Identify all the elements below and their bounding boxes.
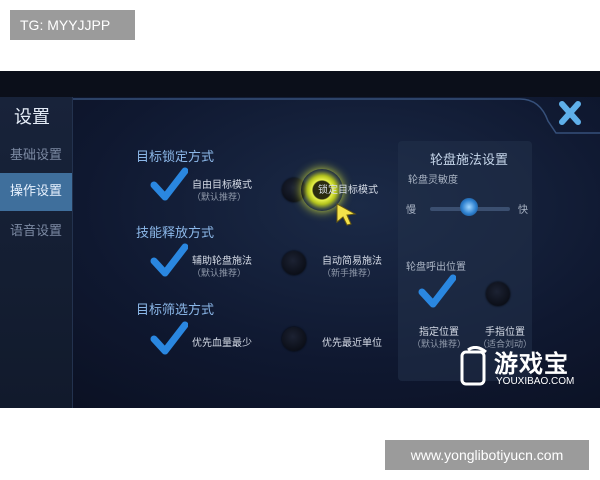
option-sub: （新手推荐）	[322, 269, 377, 279]
wheel-panel-title: 轮盘施法设置	[430, 153, 509, 168]
option-label: 优先最近单位	[322, 338, 382, 349]
settings-screen: 设置 基础设置 操作设置 语音设置 目标锁定方式 自由目标模式 （默认推荐） 锁…	[0, 71, 600, 408]
checkmark-icon[interactable]	[418, 274, 456, 308]
heading-target-filter: 目标筛选方式	[136, 303, 215, 318]
watermark-bottom-tag: www.yonglibotiyucn.com	[385, 440, 589, 470]
heading-skill-release: 技能释放方式	[136, 226, 215, 241]
checkmark-icon[interactable]	[150, 243, 188, 277]
cursor-arrow-icon	[336, 203, 357, 226]
option-lock-target[interactable]: 锁定目标模式	[318, 184, 378, 197]
option-sub: （默认推荐）	[192, 269, 247, 279]
sidebar-item-basic[interactable]: 基础设置	[0, 137, 72, 175]
sensitivity-label: 轮盘灵敏度	[408, 175, 458, 186]
option-sub: （默认推荐）	[192, 193, 247, 203]
option-label: 优先血量最少	[192, 338, 252, 349]
sidebar-item-voice[interactable]: 语音设置	[0, 213, 72, 251]
option-label: 自由目标模式	[192, 180, 252, 191]
checkmark-icon[interactable]	[150, 321, 188, 355]
sidebar-item-controls[interactable]: 操作设置	[0, 173, 72, 211]
option-wheel-cast[interactable]: 辅助轮盘施法 （默认推荐）	[192, 255, 252, 281]
close-icon[interactable]	[548, 99, 592, 127]
logo-subtext: YOUXIBAO.COM	[496, 376, 575, 387]
checkmark-icon[interactable]	[150, 167, 188, 201]
sensitivity-slider-knob[interactable]	[460, 198, 478, 216]
popup-position-label: 轮盘呼出位置	[406, 262, 466, 273]
option-label: 手指位置	[485, 327, 525, 338]
option-label: 指定位置	[419, 327, 459, 338]
option-label: 辅助轮盘施法	[192, 256, 252, 267]
option-auto-cast[interactable]: 自动简易施法 （新手推荐）	[322, 255, 382, 281]
watermark-top-tag: TG: MYYJJPP	[10, 10, 135, 40]
option-nearest[interactable]: 优先最近单位	[322, 337, 382, 350]
radio-button[interactable]	[486, 282, 510, 306]
slider-slow-label: 慢	[406, 205, 416, 216]
radio-button[interactable]	[282, 327, 306, 351]
settings-sidebar: 设置 基础设置 操作设置 语音设置	[0, 97, 73, 408]
slider-fast-label: 快	[518, 205, 528, 216]
phone-logo-icon	[460, 346, 487, 386]
option-label: 自动简易施法	[322, 256, 382, 267]
option-label: 锁定目标模式	[318, 185, 378, 196]
settings-title: 设置	[14, 107, 50, 128]
option-low-hp[interactable]: 优先血量最少	[192, 337, 252, 350]
radio-button[interactable]	[282, 251, 306, 275]
heading-target-lock: 目标锁定方式	[136, 150, 215, 165]
brand-logo: 游戏宝 YOUXIBAO.COM	[458, 344, 594, 394]
logo-text: 游戏宝	[494, 350, 569, 378]
option-free-target[interactable]: 自由目标模式 （默认推荐）	[192, 179, 252, 205]
